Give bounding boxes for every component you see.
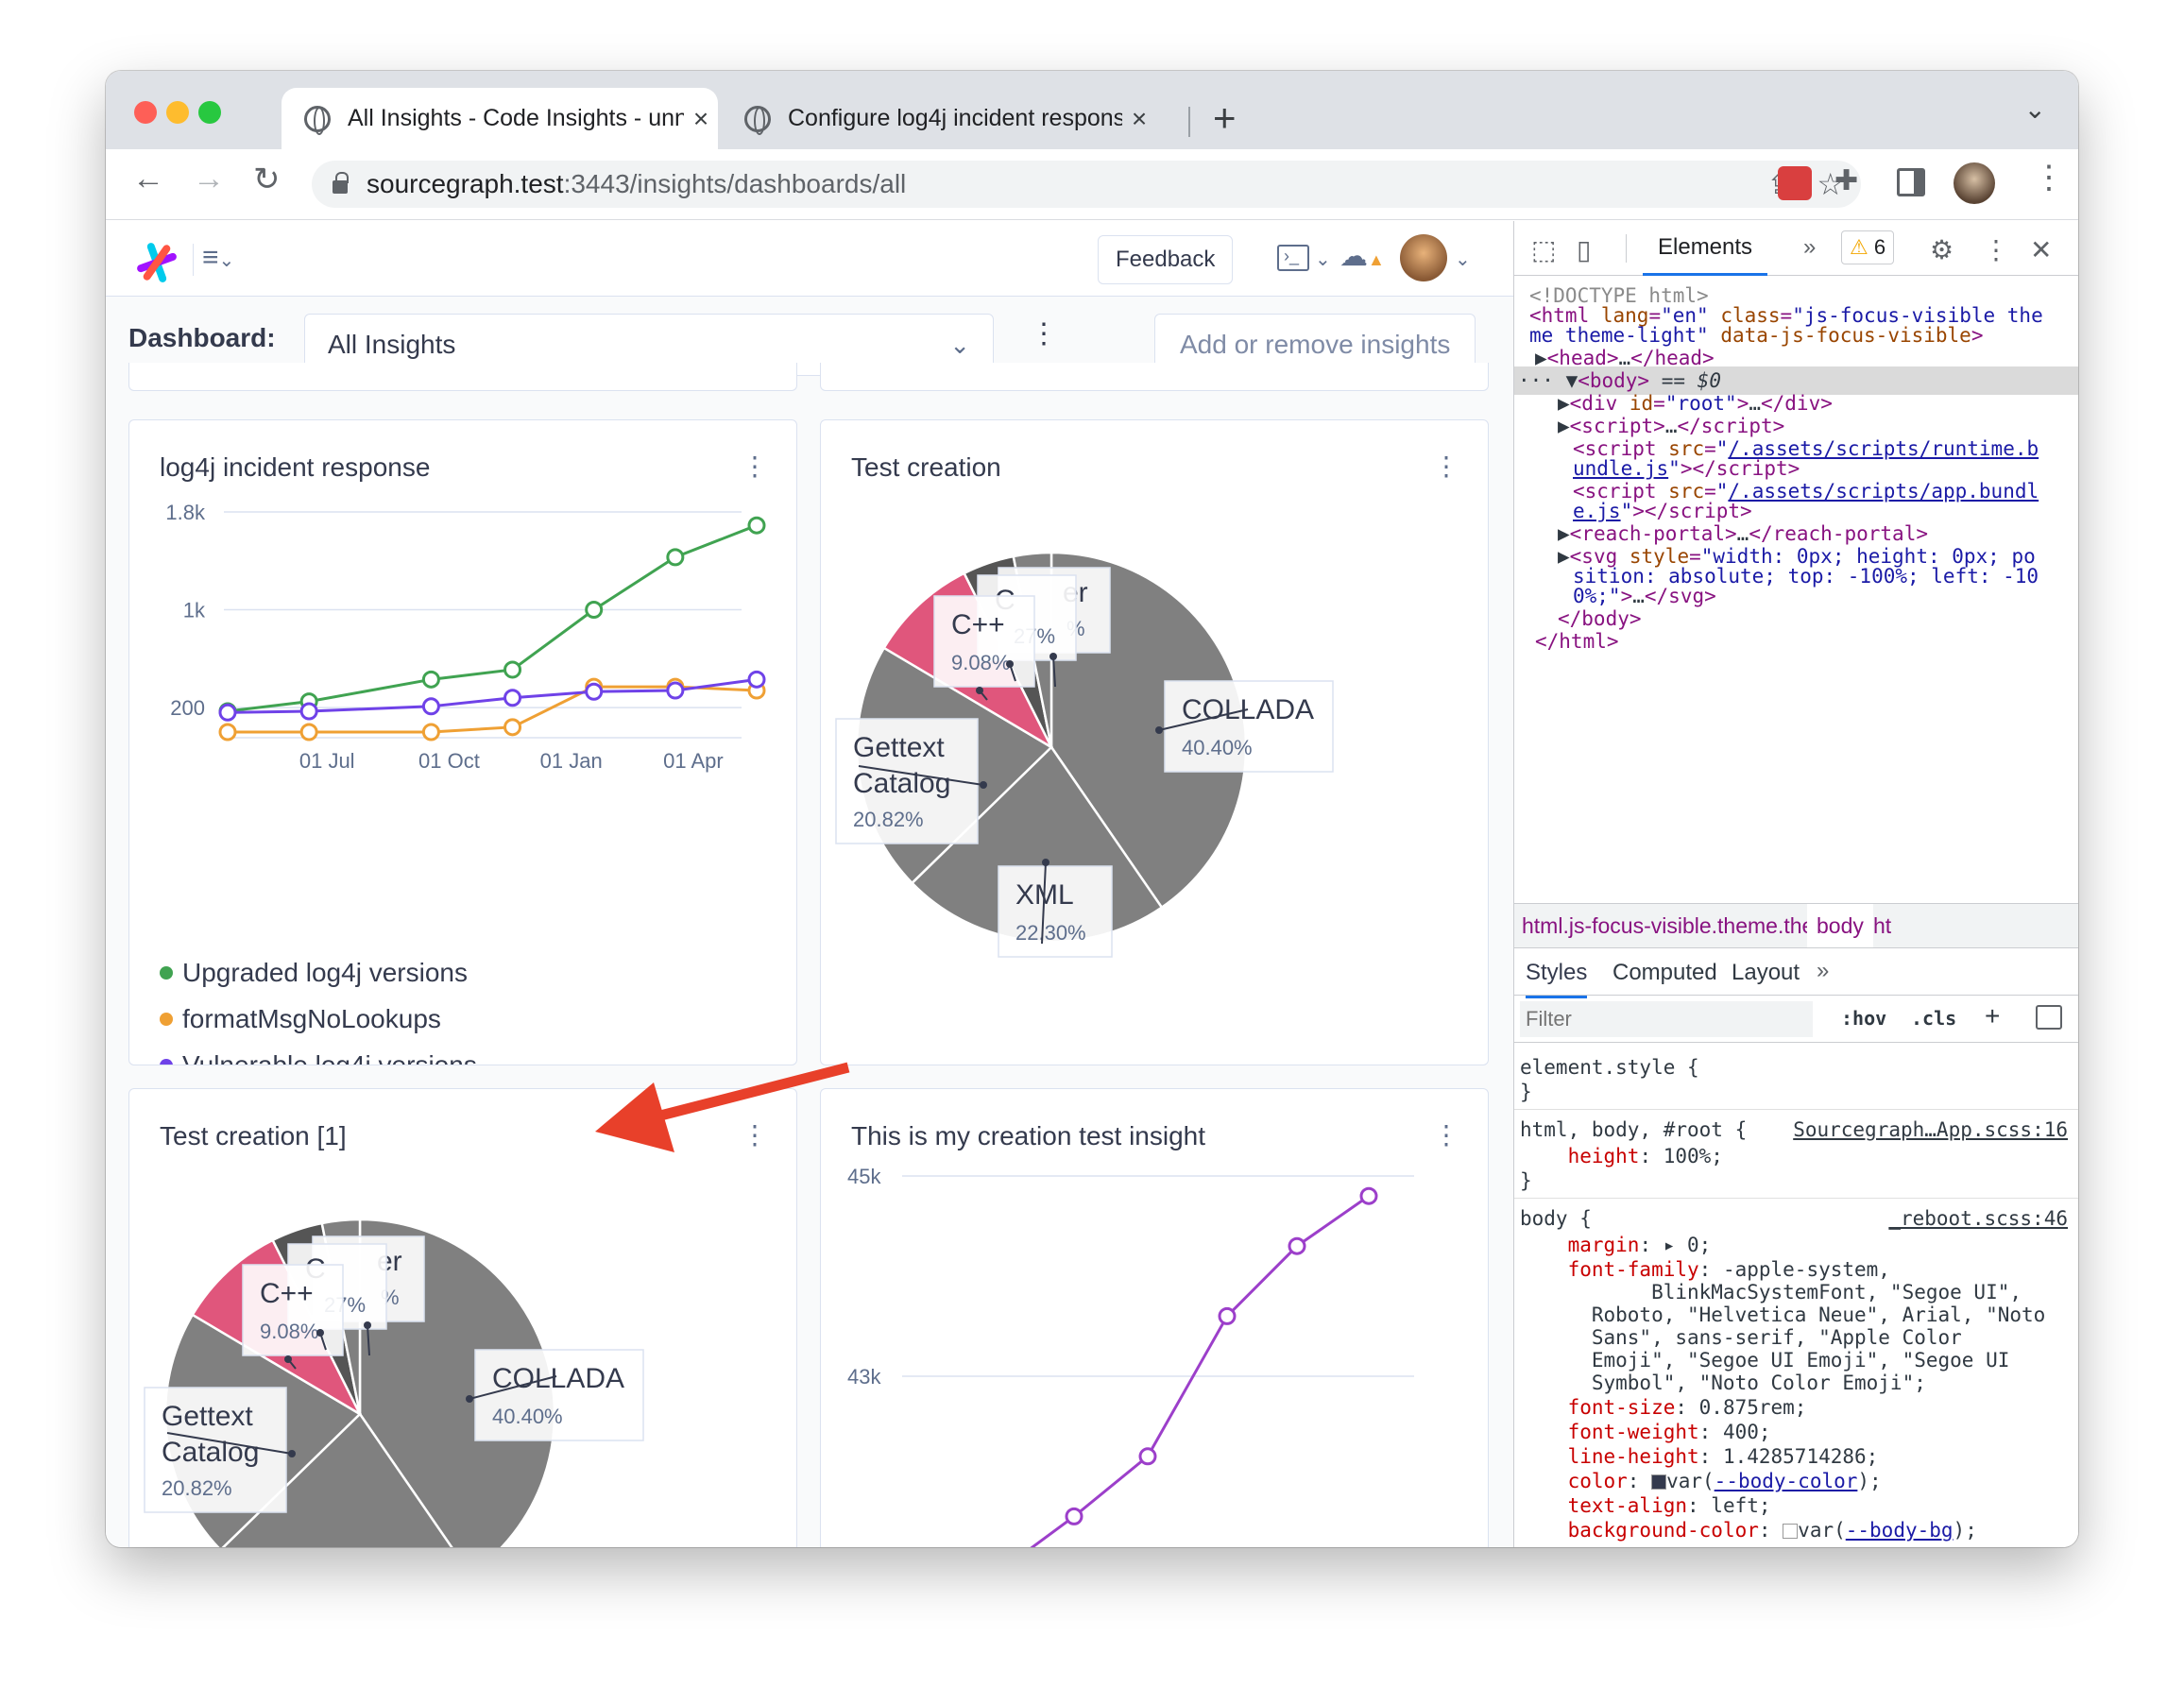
css-declaration[interactable]: color: var(--body-color); — [1520, 1468, 1882, 1494]
url-host: sourcegraph.test — [367, 169, 564, 198]
close-tab-icon[interactable]: × — [1126, 104, 1152, 134]
css-declaration[interactable]: height: 100%; — [1520, 1143, 1723, 1169]
new-style-rule-icon[interactable]: + — [1985, 1001, 2000, 1031]
devtools-topbar: ⬚ ▯ Elements » ⚠ 6 ⚙ ⋮ ✕ — [1514, 221, 2078, 276]
settings-gear-icon[interactable]: ⚙ — [1930, 234, 1954, 265]
tab-layout[interactable]: Layout — [1732, 960, 1800, 986]
css-declaration[interactable]: margin: ▸ 0; — [1520, 1232, 1712, 1258]
extension-icon[interactable] — [1778, 166, 1812, 200]
reload-button[interactable]: ↻ — [253, 161, 281, 198]
styles-filter-input[interactable] — [1520, 1001, 1813, 1037]
css-rule: element.style { — [1520, 1056, 1699, 1079]
globe-icon — [304, 105, 331, 135]
css-declaration[interactable]: background-color: var(--body-bg); — [1520, 1517, 1977, 1543]
warning-icon: ⚠ — [1850, 235, 1868, 259]
side-panel-icon[interactable] — [1897, 168, 1925, 196]
css-rule: } — [1520, 1081, 1532, 1103]
tab-all-insights[interactable]: All Insights - Code Insights - unnamed × — [282, 88, 718, 149]
styles-filter-bar: :hov .cls + — [1514, 996, 2078, 1043]
tab-configure-log4j[interactable]: Configure log4j incident response × — [722, 88, 1156, 149]
breadcrumb-body[interactable]: body — [1807, 904, 1873, 947]
css-rule: } — [1520, 1169, 1532, 1192]
forward-button[interactable]: → — [193, 161, 225, 197]
tab-title: All Insights - Code Insights - unnamed — [348, 105, 684, 131]
css-source-link[interactable]: Sourcegraph…App.scss:16 — [1793, 1116, 2068, 1143]
tab-separator — [1188, 107, 1190, 137]
cls-toggle[interactable]: .cls — [1911, 1007, 1956, 1030]
browser-window: All Insights - Code Insights - unnamed ×… — [106, 71, 2078, 1547]
warnings-badge[interactable]: ⚠ 6 — [1841, 230, 1895, 264]
more-tabs-icon[interactable]: » — [1803, 234, 1816, 261]
tab-search-chevron-icon[interactable]: ⌄ — [2024, 94, 2046, 125]
dom-breadcrumb: html.js-focus-visible.theme.theme-light … — [1514, 903, 2078, 948]
maximize-window-button[interactable] — [198, 101, 221, 124]
css-declaration[interactable]: font-weight: 400; — [1520, 1419, 1771, 1445]
css-declaration[interactable]: text-align: left; — [1520, 1492, 1771, 1519]
tab-bar: All Insights - Code Insights - unnamed ×… — [106, 71, 2078, 149]
tab-computed[interactable]: Computed — [1612, 960, 1717, 986]
extensions-puzzle-icon[interactable]: ✚ — [1834, 164, 1858, 197]
rule-divider — [1514, 1198, 2078, 1199]
devtools-menu-icon[interactable]: ⋮ — [1983, 234, 2009, 265]
tab-title: Configure log4j incident response — [788, 105, 1122, 131]
device-toolbar-icon[interactable]: ▯ — [1577, 234, 1591, 265]
browser-menu-icon[interactable]: ⋮ — [2033, 159, 2065, 196]
devtools-panel: ⬚ ▯ Elements » ⚠ 6 ⚙ ⋮ ✕ <!DOCTYPE html>… — [1513, 221, 2078, 1547]
css-source-link[interactable]: _reboot.scss:46 — [1888, 1205, 2068, 1232]
minimize-window-button[interactable] — [166, 101, 189, 124]
address-bar[interactable]: sourcegraph.test:3443/insights/dashboard… — [312, 161, 1861, 208]
close-window-button[interactable] — [134, 101, 157, 124]
dom-line[interactable]: </html> — [1535, 627, 1619, 656]
sourcegraph-app: ≡⌄ Feedback ›_ ⌄ ☁▲ ⌄ Dashboard: All Ins… — [106, 221, 1513, 1547]
lock-icon — [333, 172, 349, 194]
browser-toolbar: ← → ↻ sourcegraph.test:3443/insights/das… — [106, 149, 2078, 220]
more-subtabs-icon[interactable]: » — [1817, 958, 1829, 984]
css-declaration[interactable]: font-size: 0.875rem; — [1520, 1394, 1807, 1421]
globe-icon — [744, 105, 771, 135]
css-rule: html, body, #root {Sourcegraph…App.scss:… — [1520, 1116, 2068, 1143]
css-declaration-cont: Symbol", "Noto Color Emoji"; — [1520, 1372, 1926, 1394]
inspect-element-icon[interactable]: ⬚ — [1531, 234, 1556, 265]
styles-subtabs: Styles Computed Layout » — [1514, 948, 2078, 998]
tab-styles[interactable]: Styles — [1526, 960, 1588, 998]
back-button[interactable]: ← — [132, 161, 164, 197]
close-devtools-icon[interactable]: ✕ — [2030, 234, 2052, 265]
css-rule: body {_reboot.scss:46 — [1520, 1205, 2068, 1232]
tab-elements[interactable]: Elements — [1643, 234, 1768, 276]
new-tab-button[interactable]: + — [1213, 95, 1237, 141]
css-declaration[interactable]: line-height: 1.4285714286; — [1520, 1443, 1879, 1470]
close-tab-icon[interactable]: × — [688, 104, 714, 134]
annotation-arrow — [595, 1062, 850, 1152]
toolbar-divider — [1626, 234, 1627, 263]
warnings-count: 6 — [1873, 235, 1886, 259]
toggle-sidebar-icon[interactable] — [2036, 1005, 2062, 1030]
url-path: :3443/insights/dashboards/all — [563, 169, 907, 198]
profile-avatar[interactable] — [1954, 162, 1995, 204]
rule-divider — [1514, 1109, 2078, 1110]
hov-toggle[interactable]: :hov — [1841, 1007, 1886, 1030]
